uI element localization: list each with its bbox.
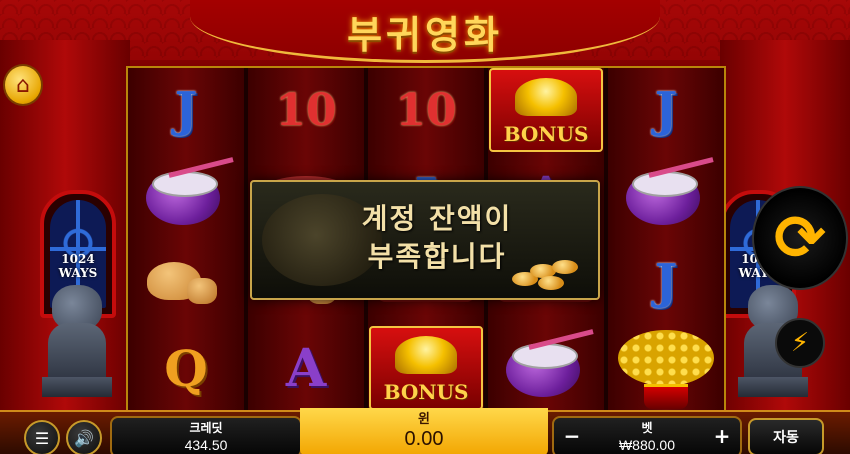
drum-symbol (128, 154, 244, 238)
menu-icon: ☰ (34, 428, 50, 448)
reel-1: JQ (128, 68, 244, 412)
bet-display: − 벳 ₩880.00 + (552, 416, 742, 454)
turbo-button[interactable]: ⚡ (775, 318, 825, 368)
game-stage: 부귀영화 1024 WAYS 1024 WAYS JQ10A10JBONUSBO… (0, 0, 850, 454)
money-tree-icon (614, 328, 718, 409)
win-value: 0.00 (404, 428, 444, 450)
bonus-label: BONUS (503, 122, 589, 146)
reel-5: JJ (608, 68, 724, 412)
fortune-cookie-symbol (128, 240, 244, 324)
fortune-cookie-icon (141, 252, 231, 312)
drum-symbol (608, 154, 724, 238)
gold-ingot-icon: BONUS (369, 326, 483, 410)
drum-icon (618, 157, 714, 231)
symbol-a: A (285, 337, 327, 399)
drum-icon (498, 329, 594, 403)
stone-lion-left-icon (42, 285, 112, 400)
reel-cell: J (608, 240, 724, 324)
symbol-q: Q (164, 338, 208, 398)
symbol-j: J (654, 254, 678, 310)
ways-badge-left: 1024 WAYS (58, 252, 98, 280)
gold-coins-icon (508, 260, 588, 290)
credit-display: 크레딧 434.50 (110, 416, 302, 454)
symbol-j: J (174, 82, 198, 138)
reel-cell: 10 (248, 68, 364, 152)
autoplay-button[interactable]: 자동 (748, 418, 824, 454)
credit-value: 434.50 (184, 437, 228, 453)
insufficient-balance-dialog[interactable]: 계정 잔액이 부족합니다 (250, 180, 600, 300)
refresh-icon: ⟳ (774, 201, 826, 274)
reel-cell: A (248, 326, 364, 410)
menu-button[interactable]: ☰ (24, 420, 60, 454)
reel-cell: Q (128, 326, 244, 410)
home-icon: ⌂ (16, 72, 30, 98)
win-label: 윈 (418, 412, 430, 427)
sound-button[interactable]: 🔊 (66, 420, 102, 454)
credit-label: 크레딧 (189, 421, 223, 435)
home-button[interactable]: ⌂ (3, 64, 43, 106)
symbol-j: J (654, 82, 678, 138)
bonus-label: BONUS (383, 380, 469, 404)
win-display: 윈 0.00 (300, 408, 548, 454)
spin-button[interactable]: ⟳ (752, 186, 848, 290)
bottom-control-bar: ☰ 🔊 크레딧 434.50 윈 0.00 − 벳 ₩880.00 + 자동 (0, 408, 850, 454)
money-tree-symbol (608, 326, 724, 410)
reel-cell: 10 (368, 68, 484, 152)
symbol-10: 10 (275, 84, 337, 136)
speaker-icon: 🔊 (74, 428, 94, 448)
bet-decrease-button[interactable]: − (560, 424, 584, 448)
gold-ingot-icon: BONUS (489, 68, 603, 152)
reel-cell: J (128, 68, 244, 152)
bonus-symbol: BONUS (368, 326, 484, 410)
bonus-symbol: BONUS (488, 68, 604, 152)
bet-increase-button[interactable]: + (710, 424, 734, 448)
reel-cell: J (608, 68, 724, 152)
drum-icon (138, 157, 234, 231)
drum-symbol (488, 326, 604, 410)
symbol-10: 10 (395, 84, 457, 136)
lightning-icon: ⚡ (790, 328, 810, 358)
